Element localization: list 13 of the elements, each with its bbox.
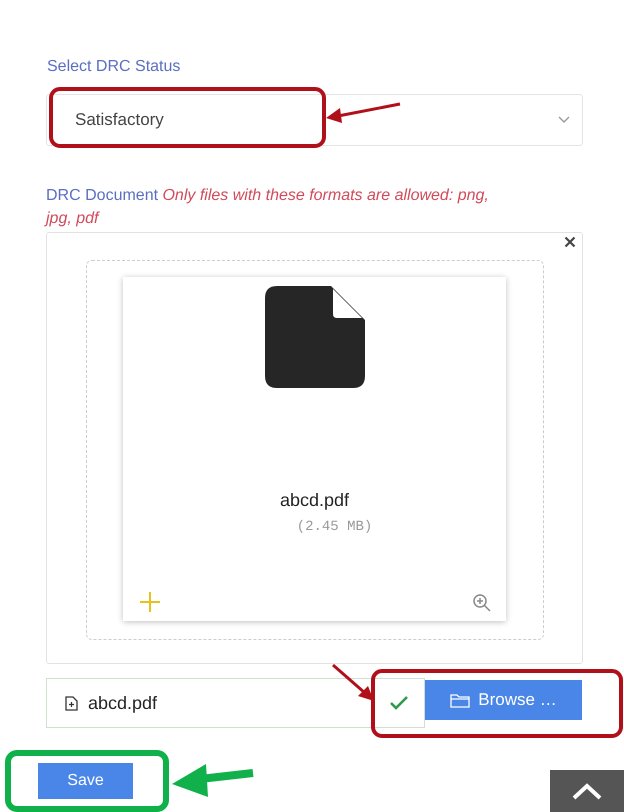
file-name: abcd.pdf	[280, 490, 350, 511]
file-size: (2.45 MB)	[296, 519, 372, 535]
zoom-in-icon[interactable]	[472, 593, 492, 613]
browse-button[interactable]: Browse …	[425, 680, 582, 720]
chevron-down-icon	[558, 116, 570, 124]
close-icon[interactable]	[564, 236, 576, 248]
folder-icon	[450, 692, 470, 708]
save-button[interactable]: Save	[38, 763, 133, 799]
field-label: Select DRC Status	[47, 58, 182, 77]
chevron-up-icon	[571, 782, 603, 800]
scroll-top-button[interactable]	[550, 770, 624, 812]
document-icon	[264, 286, 364, 388]
field-label: DRC Document Only files with these formats are allowed: png, jpg, pdf	[46, 186, 490, 229]
